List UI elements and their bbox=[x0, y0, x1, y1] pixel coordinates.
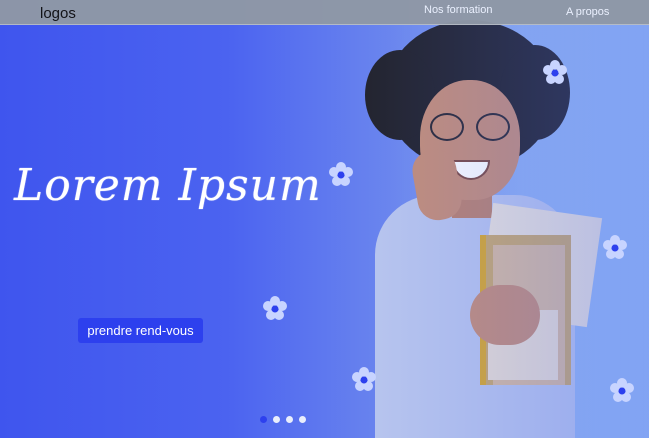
flower-icon bbox=[603, 235, 627, 259]
hero-section: logos Nos formation A propos Lorem Ipsum… bbox=[0, 0, 649, 438]
nav-link-formations[interactable]: Nos formation bbox=[424, 4, 492, 16]
carousel-dots bbox=[260, 416, 306, 423]
flower-icon bbox=[329, 162, 353, 186]
flower-icon bbox=[263, 296, 287, 320]
carousel-dot-3[interactable] bbox=[286, 416, 293, 423]
flower-icon bbox=[352, 367, 376, 391]
carousel-dot-2[interactable] bbox=[273, 416, 280, 423]
hero-title: Lorem Ipsum bbox=[14, 160, 322, 211]
carousel-dot-4[interactable] bbox=[299, 416, 306, 423]
nav-link-about[interactable]: A propos bbox=[566, 6, 609, 18]
appointment-button[interactable]: prendre rend-vous bbox=[78, 318, 203, 343]
top-nav-bar: logos Nos formation A propos bbox=[0, 0, 649, 25]
flower-icon bbox=[543, 60, 567, 84]
carousel-dot-1[interactable] bbox=[260, 416, 267, 423]
site-logo[interactable]: logos bbox=[40, 5, 76, 22]
flower-icon bbox=[610, 378, 634, 402]
